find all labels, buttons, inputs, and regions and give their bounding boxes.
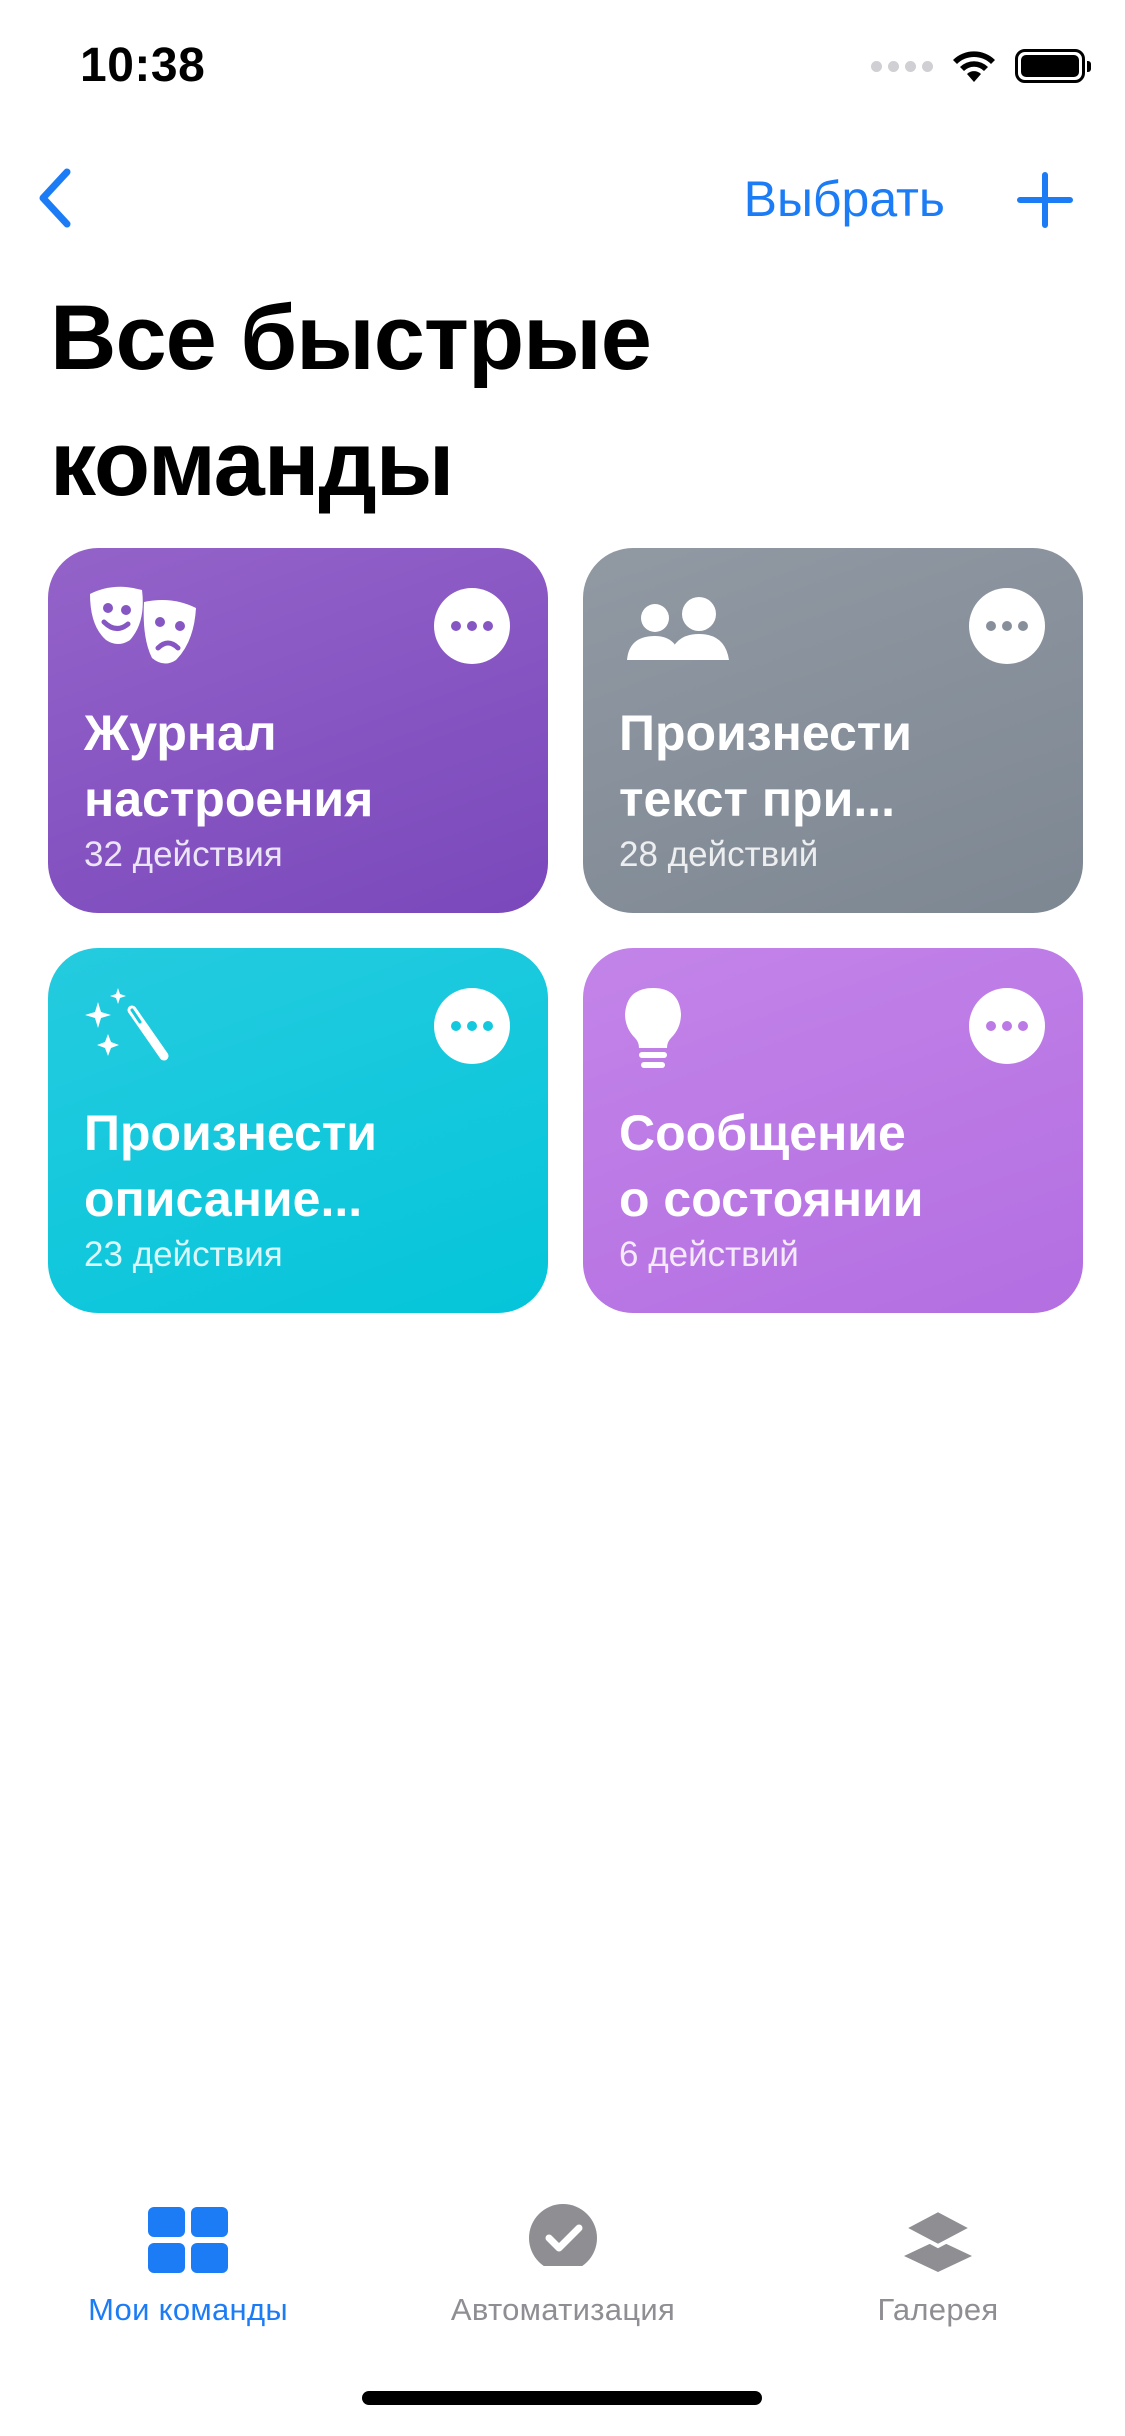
tab-label: Мои команды	[88, 2292, 288, 2327]
shortcut-title: Произнести описание...	[84, 1100, 514, 1232]
shortcut-title-line-1: Сообщение	[619, 1105, 906, 1161]
home-indicator	[362, 2391, 762, 2405]
shortcut-action-count: 23 действия	[84, 1235, 283, 1274]
shortcut-title-line-1: Журнал	[84, 705, 277, 761]
back-button[interactable]	[20, 158, 90, 238]
page-title: Все быстрые команды	[50, 275, 950, 527]
tab-gallery[interactable]: Галерея	[778, 2200, 1098, 2328]
shortcut-card-speak-text[interactable]: Произнести текст при... 28 действий	[583, 548, 1083, 913]
tab-bar: Мои команды Автоматизация Галерея	[0, 2180, 1125, 2360]
shortcut-title-line-1: Произнести	[619, 705, 912, 761]
tab-automation[interactable]: Автоматизация	[403, 2200, 723, 2328]
layers-icon	[893, 2200, 983, 2280]
shortcut-title-line-2: описание...	[84, 1171, 363, 1227]
shortcuts-grid: Журнал настроения 32 действия Произнести…	[48, 548, 1083, 1313]
shortcut-card-mood-journal[interactable]: Журнал настроения 32 действия	[48, 548, 548, 913]
shortcut-title-line-2: настроения	[84, 771, 374, 827]
tab-label: Галерея	[877, 2292, 999, 2327]
clock-check-icon	[518, 2200, 608, 2280]
tab-my-shortcuts[interactable]: Мои команды	[28, 2200, 348, 2328]
plus-icon	[1017, 172, 1073, 228]
more-button[interactable]	[434, 988, 510, 1064]
page-title-line-2: команды	[50, 413, 454, 515]
status-indicators	[871, 48, 1091, 84]
battery-icon	[1015, 49, 1091, 83]
grid-icon	[143, 2200, 233, 2280]
page-title-line-1: Все быстрые	[50, 287, 652, 389]
shortcut-title-line-1: Произнести	[84, 1105, 377, 1161]
chevron-left-icon	[39, 168, 71, 228]
more-button[interactable]	[969, 588, 1045, 664]
more-button[interactable]	[969, 988, 1045, 1064]
theater-masks-icon	[90, 586, 196, 664]
shortcut-title-line-2: текст при...	[619, 771, 896, 827]
status-time: 10:38	[80, 39, 206, 92]
navigation-bar: Выбрать	[0, 150, 1125, 250]
cellular-signal-icon	[871, 60, 933, 72]
wifi-icon	[953, 51, 995, 82]
magic-wand-icon	[85, 988, 169, 1061]
shortcut-action-count: 6 действий	[619, 1235, 799, 1274]
select-button[interactable]: Выбрать	[744, 170, 945, 228]
shortcut-action-count: 32 действия	[84, 835, 283, 874]
lightbulb-icon	[625, 988, 681, 1068]
add-shortcut-button[interactable]	[1005, 160, 1085, 240]
shortcut-title-line-2: о состоянии	[619, 1171, 924, 1227]
shortcut-title: Сообщение о состоянии	[619, 1100, 1049, 1232]
shortcut-title: Произнести текст при...	[619, 700, 1049, 832]
shortcut-card-status-message[interactable]: Сообщение о состоянии 6 действий	[583, 948, 1083, 1313]
tab-label: Автоматизация	[450, 2292, 676, 2327]
status-bar: 10:38	[0, 0, 1125, 140]
shortcut-card-speak-description[interactable]: Произнести описание... 23 действия	[48, 948, 548, 1313]
more-button[interactable]	[434, 588, 510, 664]
shortcut-action-count: 28 действий	[619, 835, 819, 874]
people-icon	[627, 597, 729, 660]
shortcut-title: Журнал настроения	[84, 700, 514, 832]
